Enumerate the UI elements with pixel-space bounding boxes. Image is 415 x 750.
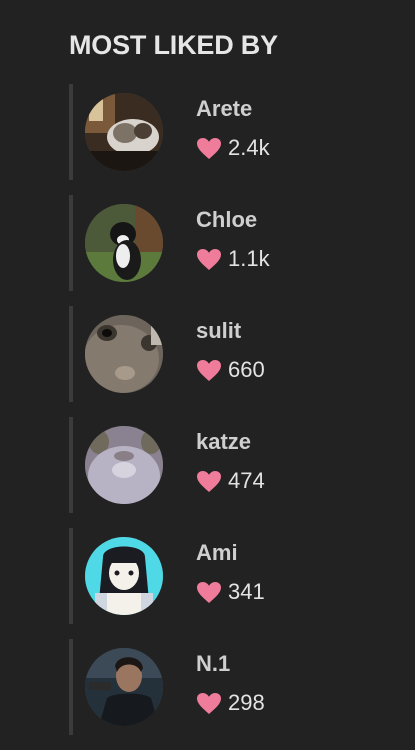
list-item-ami[interactable]: Ami 341 [69, 528, 399, 624]
heart-icon [197, 692, 221, 714]
list-item-n1[interactable]: N.1 298 [69, 639, 399, 735]
like-count-group: 660 [196, 357, 265, 383]
item-divider [69, 639, 73, 735]
item-divider [69, 306, 73, 402]
avatar[interactable] [85, 426, 163, 504]
username[interactable]: katze [196, 429, 251, 455]
avatar[interactable] [85, 648, 163, 726]
list-item-sulit[interactable]: sulit 660 [69, 306, 399, 402]
like-count: 660 [228, 357, 265, 382]
liker-list: Arete 2.4k Chloe 1.1k sulit 660 katze 47… [69, 84, 399, 750]
most-liked-panel: MOST LIKED BY Arete 2.4k Chloe 1.1k suli… [0, 0, 415, 750]
like-count: 2.4k [228, 135, 270, 160]
like-count-group: 298 [196, 690, 265, 716]
item-divider [69, 84, 73, 180]
item-divider [69, 528, 73, 624]
heart-icon [197, 248, 221, 270]
username[interactable]: Ami [196, 540, 238, 566]
list-item-chloe[interactable]: Chloe 1.1k [69, 195, 399, 291]
heart-icon [197, 359, 221, 381]
list-item-katze[interactable]: katze 474 [69, 417, 399, 513]
username[interactable]: Arete [196, 96, 252, 122]
anime-girl-icon [85, 537, 163, 615]
like-count-group: 474 [196, 468, 265, 494]
heart-icon [197, 581, 221, 603]
heart-icon [197, 470, 221, 492]
username[interactable]: sulit [196, 318, 241, 344]
like-count-group: 341 [196, 579, 265, 605]
username[interactable]: N.1 [196, 651, 230, 677]
avatar[interactable] [85, 537, 163, 615]
heart-icon [197, 137, 221, 159]
cat-photo-icon [85, 204, 163, 282]
cat-photo-icon [85, 93, 163, 171]
list-item-arete[interactable]: Arete 2.4k [69, 84, 399, 180]
cat-closeup-icon [85, 315, 163, 393]
like-count: 298 [228, 690, 265, 715]
like-count-group: 2.4k [196, 135, 270, 161]
like-count: 474 [228, 468, 265, 493]
like-count-group: 1.1k [196, 246, 270, 272]
item-divider [69, 195, 73, 291]
avatar[interactable] [85, 93, 163, 171]
like-count: 341 [228, 579, 265, 604]
like-count: 1.1k [228, 246, 270, 271]
username[interactable]: Chloe [196, 207, 257, 233]
section-title: MOST LIKED BY [69, 30, 278, 60]
item-divider [69, 417, 73, 513]
man-photo-icon [85, 648, 163, 726]
avatar[interactable] [85, 315, 163, 393]
avatar[interactable] [85, 204, 163, 282]
cat-closeup-icon [85, 426, 163, 504]
